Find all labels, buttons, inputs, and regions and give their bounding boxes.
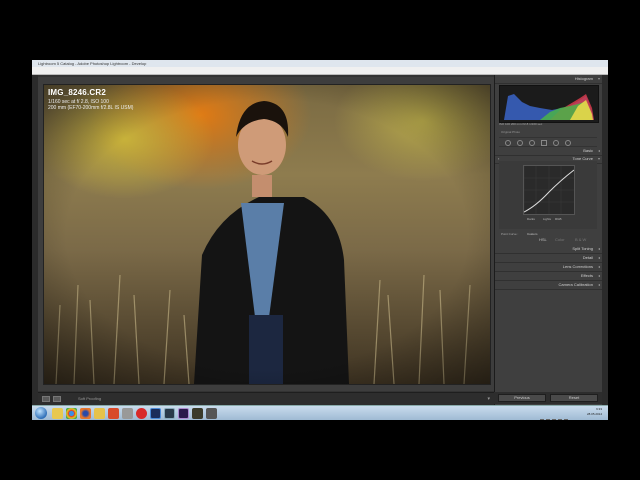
system-tray xyxy=(540,410,580,420)
panel-buttons: Previous Reset xyxy=(494,392,602,404)
premiere-icon[interactable] xyxy=(178,408,189,419)
split-toning-header[interactable]: Split Toning ◂ xyxy=(495,245,603,254)
game-icon[interactable] xyxy=(192,408,203,419)
window-title: Lightroom 5 Catalog - Adobe Photoshop Li… xyxy=(38,61,147,66)
soft-proofing-label: Soft Proofing xyxy=(78,396,102,401)
collapse-triangle-icon: ◂ xyxy=(597,264,600,269)
photo-filename: IMG_8246.CR2 xyxy=(48,88,106,97)
spot-removal-icon[interactable] xyxy=(517,140,523,146)
collapse-triangle-icon: ▾ xyxy=(597,156,600,161)
soft-proofing-checkbox[interactable] xyxy=(64,396,69,402)
rgb-channel-label[interactable]: RGB xyxy=(555,217,562,221)
split-toning-title: Split Toning xyxy=(572,246,593,251)
tone-curve-line xyxy=(523,166,575,214)
basic-title: Basic xyxy=(583,148,593,153)
main-photo[interactable]: IMG_8246.CR2 1/160 sec at f/ 2.8, ISO 10… xyxy=(43,84,491,385)
lens-corrections-title: Lens Corrections xyxy=(562,264,593,269)
photoshop-icon[interactable] xyxy=(150,408,161,419)
color-tab[interactable]: Color xyxy=(555,236,565,244)
flag-icon[interactable] xyxy=(552,419,556,420)
red-eye-icon[interactable] xyxy=(529,140,535,146)
crop-tool-icon[interactable] xyxy=(505,140,511,146)
desktop-screen: Lightroom 5 Catalog - Adobe Photoshop Li… xyxy=(32,60,608,420)
collapse-triangle-icon: ◂ xyxy=(597,246,600,251)
detail-title: Detail xyxy=(582,255,593,260)
clock-date: 28.05.2014 xyxy=(586,412,602,416)
right-panel: Histogram ▾ ISO 100 200 mm f/2.8 1/160 s… xyxy=(494,75,603,405)
network-icon[interactable] xyxy=(540,419,544,420)
adjustment-brush-icon[interactable] xyxy=(565,140,571,146)
bw-tab[interactable]: B & W xyxy=(575,236,586,244)
detail-header[interactable]: Detail ◂ xyxy=(495,254,603,263)
histogram-display xyxy=(499,85,599,123)
toolbar-menu-chevron-icon[interactable]: ▾ xyxy=(487,396,490,402)
lights-label: Lights xyxy=(543,217,552,221)
chrome-icon[interactable] xyxy=(66,408,77,419)
hsl-header[interactable]: HSL Color B & W xyxy=(495,236,603,244)
previous-button[interactable]: Previous xyxy=(498,394,546,402)
portrait-photo-image xyxy=(44,85,490,384)
tool-strip xyxy=(499,137,597,147)
camera-calibration-header[interactable]: Camera Calibration ◂ xyxy=(495,281,603,290)
lens-corrections-header[interactable]: Lens Corrections ◂ xyxy=(495,263,603,272)
system-clock[interactable]: 9:33 28.05.2014 xyxy=(587,407,602,417)
tone-curve-panel: Darks Lights RGB Point Curve : Custom xyxy=(499,161,597,236)
reset-button[interactable]: Reset xyxy=(550,394,598,402)
language-icon[interactable] xyxy=(558,419,562,420)
collapse-triangle-icon: ▾ xyxy=(597,76,600,81)
firefox-icon[interactable] xyxy=(80,408,91,419)
histogram-info: ISO 100 200 mm f/2.8 1/160 sec xyxy=(499,122,543,126)
app-icon[interactable] xyxy=(206,408,217,419)
before-after-icon[interactable] xyxy=(53,396,61,402)
collapse-triangle-icon: ◂ xyxy=(597,148,600,153)
folder-icon[interactable] xyxy=(94,408,105,419)
bottom-toolbar: Soft Proofing ▾ xyxy=(38,392,494,405)
develop-module: IMG_8246.CR2 1/160 sec at f/ 2.8, ISO 10… xyxy=(32,75,608,405)
loupe-view-icon[interactable] xyxy=(42,396,50,402)
original-photo-label: Original Photo xyxy=(501,130,521,134)
tone-curve-graph[interactable] xyxy=(523,165,575,215)
windows-explorer-icon[interactable] xyxy=(52,408,63,419)
start-button-icon[interactable] xyxy=(35,407,47,419)
radial-filter-icon[interactable] xyxy=(553,140,559,146)
window-titlebar: Lightroom 5 Catalog - Adobe Photoshop Li… xyxy=(32,60,608,67)
photo-canvas: IMG_8246.CR2 1/160 sec at f/ 2.8, ISO 10… xyxy=(38,77,494,391)
volume-icon[interactable] xyxy=(546,419,550,420)
effects-header[interactable]: Effects ◂ xyxy=(495,272,603,281)
photo-lens-info: 200 mm (EF70-200mm f/2.8L IS USM) xyxy=(48,105,134,111)
collapse-triangle-icon: ◂ xyxy=(597,273,600,278)
menu-bar: File Edit Develop Photo Settings Tools V… xyxy=(32,67,608,81)
effects-title: Effects xyxy=(580,273,593,278)
histogram-graph xyxy=(504,94,594,120)
lightroom-icon[interactable] xyxy=(164,408,175,419)
histogram-title: Histogram xyxy=(574,76,593,81)
battery-icon[interactable] xyxy=(564,419,568,420)
opera-icon[interactable] xyxy=(136,408,147,419)
histogram-header[interactable]: Histogram ▾ xyxy=(495,75,603,84)
collapse-triangle-icon: ◂ xyxy=(597,282,600,287)
right-edge-scrollbar[interactable] xyxy=(602,75,608,405)
graduated-filter-icon[interactable] xyxy=(541,140,547,146)
settings-icon[interactable] xyxy=(122,408,133,419)
collapse-triangle-icon: ◂ xyxy=(597,255,600,260)
windows-taskbar: 9:33 28.05.2014 xyxy=(32,405,608,420)
darks-label: Darks xyxy=(527,217,535,221)
hsl-tab[interactable]: HSL xyxy=(539,236,547,244)
camera-calibration-title: Camera Calibration xyxy=(558,282,593,287)
media-player-icon[interactable] xyxy=(108,408,119,419)
